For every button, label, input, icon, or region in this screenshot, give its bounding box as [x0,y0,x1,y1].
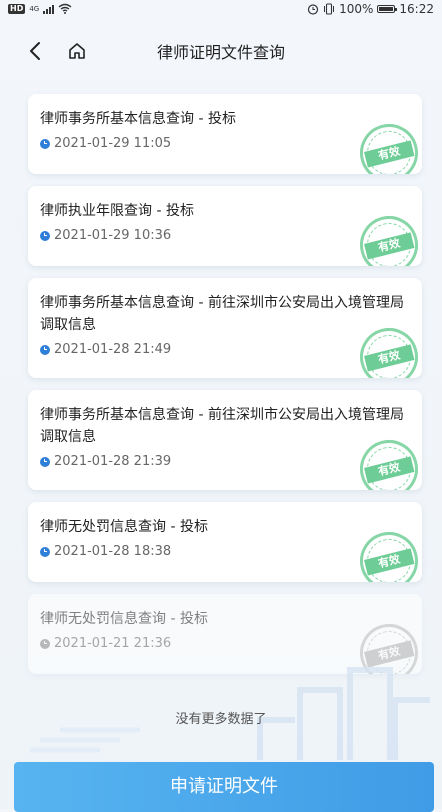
status-right: 100% 16:22 [307,2,434,16]
page-title: 律师证明文件查询 [156,43,285,62]
nav-bar: 律师证明文件查询 [0,24,442,78]
stamp-label: 有效 [364,344,415,372]
record-date: 2021-01-21 21:36 [54,636,172,651]
stamp-label: 有效 [364,140,415,168]
battery-percent: 100% [339,2,374,16]
record-title: 律师执业年限查询 - 投标 [40,203,194,219]
background-pattern [30,667,430,760]
record-date-row: 2021-01-28 18:38 [40,544,410,559]
status-bar: HD 4G 100% 16:22 [0,0,442,20]
record-card[interactable]: 律师事务所基本信息查询 - 前往深圳市公安局出入境管理局调取信息 2021-01… [28,390,422,490]
record-date: 2021-01-28 18:38 [54,544,172,559]
record-date-row: 2021-01-21 21:36 [40,636,410,651]
stamp-label: 有效 [364,232,415,260]
record-title: 律师事务所基本信息查询 - 前往深圳市公安局出入境管理局调取信息 [40,407,404,445]
hd-badge: HD [8,3,26,14]
record-title: 律师事务所基本信息查询 - 前往深圳市公安局出入境管理局调取信息 [40,295,404,333]
record-list: 律师事务所基本信息查询 - 投标 2021-01-29 11:05 有效 律师执… [28,94,422,686]
record-card[interactable]: 律师事务所基本信息查询 - 投标 2021-01-29 11:05 有效 [28,94,422,174]
record-date-row: 2021-01-29 11:05 [40,136,410,151]
record-title: 律师无处罚信息查询 - 投标 [40,519,208,535]
clock-icon [40,546,50,557]
record-date: 2021-01-28 21:39 [54,454,172,469]
clock-icon [40,230,50,241]
vibrate-icon [324,3,335,15]
apply-certificate-button[interactable]: 申请证明文件 [14,762,434,812]
record-card[interactable]: 律师执业年限查询 - 投标 2021-01-29 10:36 有效 [28,186,422,266]
clock-icon [40,638,50,649]
alarm-icon [307,4,319,15]
stamp-label: 有效 [364,548,415,576]
clock-icon [40,344,50,355]
record-title: 律师事务所基本信息查询 - 投标 [40,111,236,127]
record-date: 2021-01-28 21:49 [54,342,172,357]
no-more-data-text: 没有更多数据了 [175,712,267,727]
record-card[interactable]: 律师无处罚信息查询 - 投标 2021-01-28 18:38 有效 [28,502,422,582]
record-date-row: 2021-01-29 10:36 [40,228,410,243]
stamp-label: 有效 [364,456,415,484]
record-date: 2021-01-29 10:36 [54,228,172,243]
wifi-icon [58,3,72,14]
status-left: HD 4G [8,3,72,14]
record-date-row: 2021-01-28 21:49 [40,342,410,357]
record-card[interactable]: 律师事务所基本信息查询 - 前往深圳市公安局出入境管理局调取信息 2021-01… [28,278,422,378]
record-date-row: 2021-01-28 21:39 [40,454,410,469]
record-title: 律师无处罚信息查询 - 投标 [40,611,208,627]
battery-icon [377,5,398,13]
network-type: 4G [29,4,40,13]
clock-time: 16:22 [399,2,434,16]
clock-icon [40,138,50,149]
record-date: 2021-01-29 11:05 [54,136,172,151]
clock-icon [40,456,50,467]
signal-icon [43,4,55,14]
